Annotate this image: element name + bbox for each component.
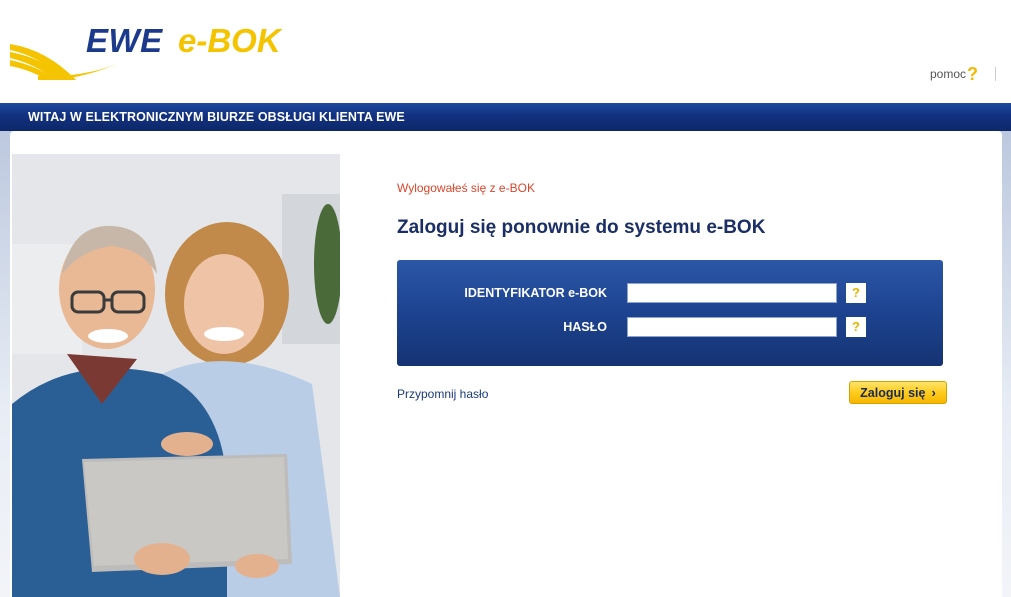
help-question-icon: ? [967, 63, 979, 84]
photo-couple-laptop-icon [12, 154, 340, 597]
help-link[interactable]: pomoc ? [930, 64, 978, 84]
login-button-label: Zaloguj się [860, 385, 926, 400]
login-title: Zaloguj się ponownie do systemu e-BOK [397, 217, 766, 238]
password-label: HASŁO [563, 320, 607, 334]
password-input[interactable] [627, 317, 837, 337]
help-label: pomoc [930, 67, 967, 81]
welcome-title: WITAJ W ELEKTRONICZNYM BIURZE OBSŁUGI KL… [28, 110, 405, 124]
id-help-icon[interactable]: ? [846, 283, 866, 303]
chevron-right-icon: › [931, 385, 936, 400]
login-form: IDENTYFIKATOR e-BOK ? HASŁO ? [397, 260, 943, 366]
logout-message: Wylogowałeś się z e-BOK [397, 181, 535, 195]
logo-ebok-text: e-BOK [178, 22, 281, 59]
remind-password-link[interactable]: Przypomnij hasło [397, 387, 488, 401]
id-input[interactable] [627, 283, 837, 303]
login-button[interactable]: Zaloguj się › [849, 381, 947, 404]
password-help-icon[interactable]: ? [846, 317, 866, 337]
hero-photo [12, 154, 340, 597]
logo-ewe-text: EWE [86, 22, 163, 59]
header: EWE e-BOK pomoc ? [0, 0, 1011, 103]
welcome-bar: WITAJ W ELEKTRONICZNYM BIURZE OBSŁUGI KL… [0, 103, 1011, 131]
id-label: IDENTYFIKATOR e-BOK [464, 286, 607, 300]
header-divider [995, 67, 996, 81]
ewe-ebok-logo[interactable]: EWE e-BOK [8, 22, 298, 82]
